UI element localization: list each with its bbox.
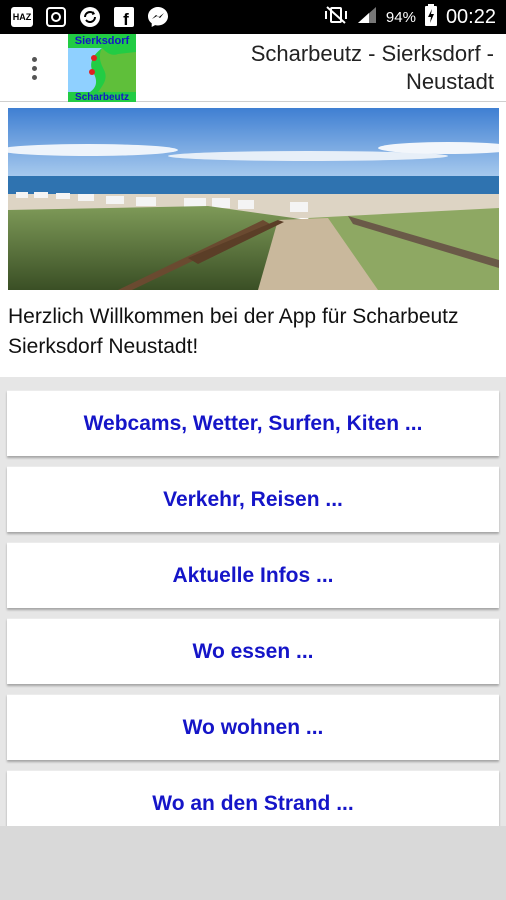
overflow-menu-icon (31, 56, 37, 62)
clock: 00:22 (445, 5, 496, 28)
facebook-icon: f (112, 5, 136, 29)
svg-text:Sierksdorf: Sierksdorf (75, 35, 130, 47)
where-to-eat-button[interactable]: Wo essen ... (7, 618, 499, 684)
haz-app-icon: HAZ (10, 5, 34, 29)
action-bar: Sierksdorf Scharbeutz Scharbeutz - Sierk… (0, 34, 506, 103)
signal-icon (356, 5, 378, 30)
svg-text:HAZ: HAZ (13, 12, 32, 22)
app-logo: Sierksdorf Scharbeutz (68, 34, 136, 103)
navigation-button-list: Webcams, Wetter, Surfen, Kiten ... Verke… (0, 377, 506, 826)
beach-photo (0, 108, 506, 290)
svg-text:Scharbeutz: Scharbeutz (75, 92, 129, 102)
welcome-text: Herzlich Willkommen bei der App für Scha… (8, 305, 459, 358)
overflow-menu-button[interactable] (18, 50, 50, 86)
traffic-travel-button[interactable]: Verkehr, Reisen ... (7, 466, 499, 532)
status-bar: HAZ f 94% 00:22 (0, 0, 506, 34)
notification-icons: HAZ f (10, 5, 170, 29)
sync-icon (78, 5, 102, 29)
battery-percent: 94% (385, 8, 416, 26)
where-to-stay-button[interactable]: Wo wohnen ... (7, 694, 499, 760)
overflow-menu-dot (31, 74, 37, 80)
bottom-area (0, 826, 506, 900)
system-status: 94% 00:22 (324, 0, 496, 34)
security-app-icon (44, 5, 68, 29)
overflow-menu-dot (31, 65, 37, 71)
battery-charging-icon (424, 3, 438, 32)
page-title: Scharbeutz - Sierksdorf - Neustadt (250, 41, 494, 94)
current-info-button[interactable]: Aktuelle Infos ... (7, 542, 499, 608)
messenger-icon (146, 5, 170, 29)
vibrate-mute-icon (324, 5, 348, 30)
main-content[interactable]: Herzlich Willkommen bei der App für Scha… (0, 102, 506, 826)
webcams-weather-button[interactable]: Webcams, Wetter, Surfen, Kiten ... (7, 390, 499, 456)
svg-text:f: f (123, 10, 129, 28)
beach-access-button[interactable]: Wo an den Strand ... (7, 770, 499, 826)
